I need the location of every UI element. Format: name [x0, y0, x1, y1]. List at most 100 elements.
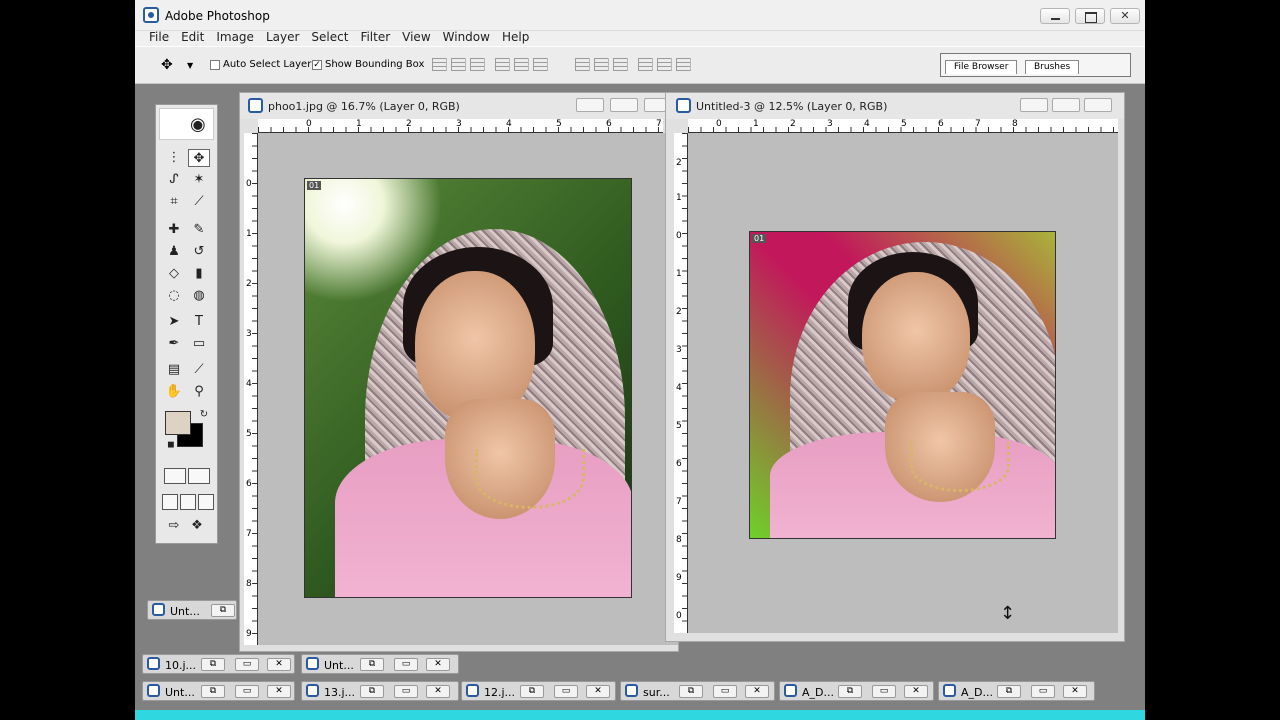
close-button[interactable]: ✕	[1110, 8, 1140, 24]
tab-file-browser[interactable]: File Browser	[945, 60, 1018, 74]
hand-tool-icon[interactable]: ✋	[163, 383, 185, 401]
menu-window[interactable]: Window	[443, 31, 502, 46]
zoom-tool-icon[interactable]: ⚲	[188, 383, 210, 401]
crop-tool-icon[interactable]: ⌗	[163, 193, 185, 211]
move-tool-icon[interactable]: ✥	[161, 57, 183, 75]
move-tool-icon[interactable]: ✥	[188, 149, 210, 167]
clone-stamp-tool-icon[interactable]: ♟	[163, 243, 185, 261]
doc-minimize-button[interactable]	[576, 98, 604, 112]
maximize-button[interactable]: ▭	[1031, 685, 1055, 698]
gradient-tool-icon[interactable]: ▮	[188, 265, 210, 283]
align-bottom-icon[interactable]	[470, 58, 485, 71]
eyedropper-tool-icon[interactable]: ⟋	[188, 361, 210, 379]
tab-brushes[interactable]: Brushes	[1025, 60, 1080, 74]
minimized-window[interactable]: 13.j... ⧉ ▭ ✕	[301, 681, 459, 701]
foreground-color-swatch[interactable]	[165, 411, 191, 435]
minimize-button[interactable]	[1040, 8, 1070, 24]
close-button[interactable]: ✕	[1063, 685, 1087, 698]
lasso-tool-icon[interactable]: ᔑ	[163, 171, 185, 189]
close-button[interactable]: ✕	[426, 685, 450, 698]
brush-tool-icon[interactable]: ✎	[188, 221, 210, 239]
maximize-button[interactable]: ▭	[713, 685, 737, 698]
canvas-area[interactable]: 01 ↕	[688, 133, 1118, 633]
document-window-phoo1[interactable]: phoo1.jpg @ 16.7% (Layer 0, RGB) 0 1 2 3…	[239, 92, 679, 652]
close-button[interactable]: ✕	[267, 658, 291, 671]
restore-button[interactable]: ⧉	[360, 685, 384, 698]
minimized-window[interactable]: Unt... ⧉ ▭ ✕	[142, 681, 295, 701]
minimized-window[interactable]: sur... ⧉ ▭ ✕	[620, 681, 775, 701]
restore-button[interactable]: ⧉	[201, 685, 225, 698]
canvas-area[interactable]: 01	[258, 133, 678, 645]
menu-select[interactable]: Select	[311, 31, 360, 46]
restore-button[interactable]: ⧉	[360, 658, 384, 671]
close-button[interactable]: ✕	[426, 658, 450, 671]
photoshop-logo[interactable]	[159, 108, 214, 140]
minimized-window[interactable]: Unt... ⧉ ▭ ✕	[301, 654, 459, 674]
standard-mode-button[interactable]	[164, 468, 186, 484]
maximize-button[interactable]: ▭	[394, 658, 418, 671]
align-left-icon[interactable]	[495, 58, 510, 71]
checkbox-box[interactable]: ✓	[312, 59, 322, 70]
minimized-window[interactable]: 10.j... ⧉ ▭ ✕	[142, 654, 295, 674]
menu-edit[interactable]: Edit	[181, 31, 216, 46]
maximize-button[interactable]: ▭	[235, 685, 259, 698]
slice-tool-icon[interactable]: ⟋	[188, 193, 210, 211]
maximize-button[interactable]: ▭	[394, 685, 418, 698]
close-button[interactable]: ✕	[745, 685, 769, 698]
maximize-button[interactable]: ▭	[235, 658, 259, 671]
minimized-window[interactable]: 12.j... ⧉ ▭ ✕	[461, 681, 616, 701]
notes-tool-icon[interactable]: ▤	[163, 361, 185, 379]
default-colors-icon[interactable]: ◼	[160, 436, 182, 454]
path-selection-tool-icon[interactable]: ➤	[163, 313, 185, 331]
screen-mode-full-button[interactable]	[198, 494, 214, 510]
doc-minimize-button[interactable]	[1020, 98, 1048, 112]
close-button[interactable]: ✕	[586, 685, 610, 698]
document-window-untitled-3[interactable]: Untitled-3 @ 12.5% (Layer 0, RGB) 0 1 2 …	[665, 92, 1125, 642]
restore-button[interactable]: ⧉	[679, 685, 703, 698]
eraser-tool-icon[interactable]: ◇	[163, 265, 185, 283]
align-vcenter-icon[interactable]	[451, 58, 466, 71]
blur-tool-icon[interactable]: ◌	[163, 287, 185, 305]
quick-mask-button[interactable]	[188, 468, 210, 484]
marquee-tool-icon[interactable]: ⋮	[163, 149, 185, 167]
show-bounding-box-checkbox[interactable]: ✓ Show Bounding Box	[312, 59, 424, 70]
minimized-window[interactable]: A_D... ⧉ ▭ ✕	[938, 681, 1095, 701]
doc-close-button[interactable]	[1084, 98, 1112, 112]
menu-filter[interactable]: Filter	[360, 31, 402, 46]
menu-help[interactable]: Help	[502, 31, 541, 46]
restore-button[interactable]: ⧉	[997, 685, 1021, 698]
restore-button[interactable]: ⧉	[838, 685, 862, 698]
distribute-bottom-icon[interactable]	[613, 58, 628, 71]
pen-tool-icon[interactable]: ✒	[163, 335, 185, 353]
checkbox-box[interactable]	[210, 59, 220, 70]
distribute-left-icon[interactable]	[638, 58, 653, 71]
healing-brush-tool-icon[interactable]: ✚	[163, 221, 185, 239]
doc-maximize-button[interactable]	[1052, 98, 1080, 112]
auto-select-layer-checkbox[interactable]: Auto Select Layer	[210, 59, 311, 70]
imageready-icon[interactable]: ❖	[186, 517, 208, 535]
document-title-bar[interactable]: phoo1.jpg @ 16.7% (Layer 0, RGB)	[240, 93, 678, 119]
maximize-button[interactable]: ▭	[554, 685, 578, 698]
menu-view[interactable]: View	[402, 31, 442, 46]
history-brush-tool-icon[interactable]: ↺	[188, 243, 210, 261]
screen-mode-full-menu-button[interactable]	[180, 494, 196, 510]
restore-button[interactable]: ⧉	[201, 658, 225, 671]
menu-layer[interactable]: Layer	[266, 31, 311, 46]
align-right-icon[interactable]	[533, 58, 548, 71]
maximize-button[interactable]	[1075, 8, 1105, 24]
close-button[interactable]: ✕	[267, 685, 291, 698]
type-tool-icon[interactable]: T	[188, 313, 210, 331]
restore-button[interactable]: ⧉	[520, 685, 544, 698]
document-title-bar[interactable]: Untitled-3 @ 12.5% (Layer 0, RGB)	[666, 93, 1124, 119]
magic-wand-tool-icon[interactable]: ✶	[188, 171, 210, 189]
bride-photo[interactable]: 01	[304, 178, 632, 598]
menu-file[interactable]: File	[149, 31, 181, 46]
restore-button[interactable]: ⧉	[211, 604, 235, 617]
distribute-hcenter-icon[interactable]	[657, 58, 672, 71]
distribute-right-icon[interactable]	[676, 58, 691, 71]
shape-tool-icon[interactable]: ▭	[188, 335, 210, 353]
composite-photo[interactable]: 01	[749, 231, 1056, 539]
minimized-window[interactable]: Unt... ⧉	[147, 600, 237, 620]
maximize-button[interactable]: ▭	[872, 685, 896, 698]
swap-colors-icon[interactable]: ↻	[193, 406, 215, 424]
